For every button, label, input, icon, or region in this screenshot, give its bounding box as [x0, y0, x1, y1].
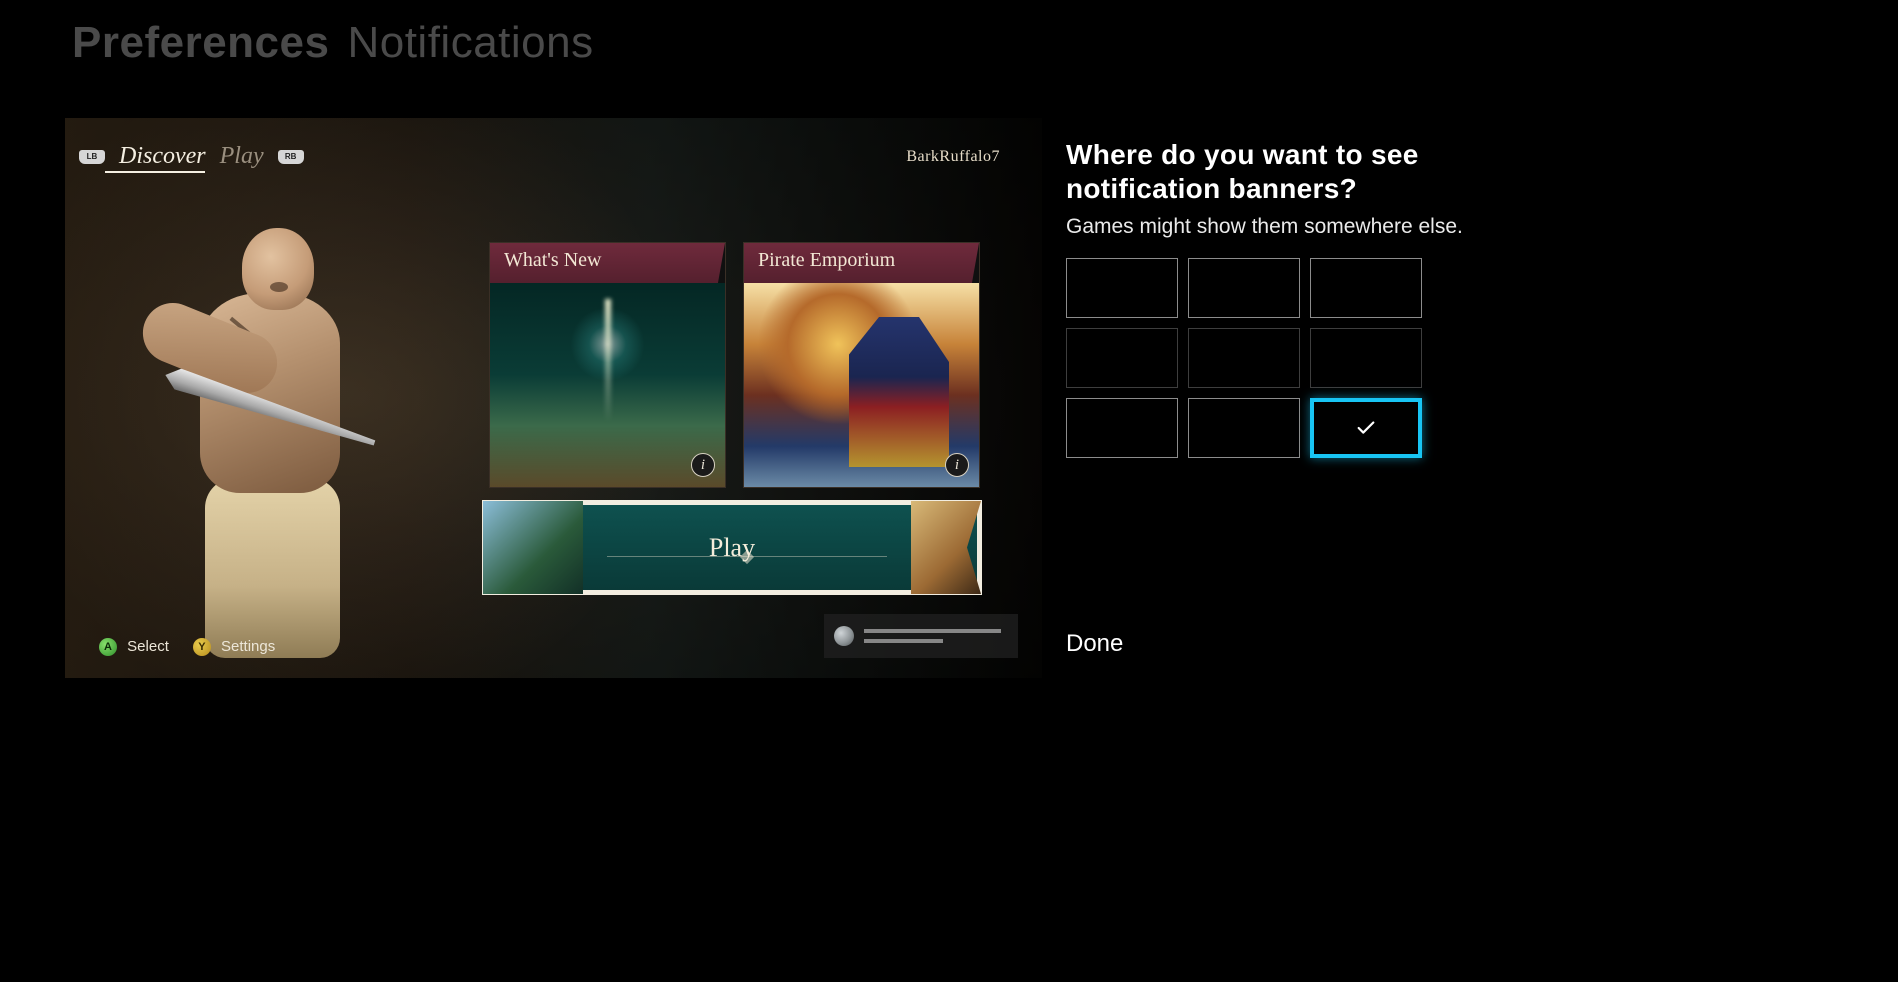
- position-grid: [1066, 258, 1486, 458]
- hint-settings: Y Settings: [193, 638, 275, 656]
- play-label: Play: [709, 533, 755, 563]
- tile-image: [490, 283, 725, 487]
- position-middle-center[interactable]: [1188, 328, 1300, 388]
- breadcrumb: Preferences Notifications: [72, 18, 594, 68]
- panel-heading: Where do you want to see notification ba…: [1066, 138, 1486, 205]
- button-hints: A Select Y Settings: [99, 638, 275, 656]
- xbox-icon: [834, 626, 854, 646]
- checkmark-icon: [1355, 417, 1377, 439]
- position-bottom-left[interactable]: [1066, 398, 1178, 458]
- panel-subtext: Games might show them somewhere else.: [1066, 213, 1486, 240]
- tile-pirate-emporium[interactable]: Pirate Emporium i: [743, 242, 980, 488]
- tile-image: [744, 283, 979, 487]
- pirate-character: [80, 178, 480, 678]
- hint-select: A Select: [99, 638, 169, 656]
- position-bottom-right[interactable]: [1310, 398, 1422, 458]
- position-top-center[interactable]: [1188, 258, 1300, 318]
- a-button-icon: A: [99, 638, 117, 656]
- position-top-left[interactable]: [1066, 258, 1178, 318]
- notification-position-panel: Where do you want to see notification ba…: [1066, 138, 1486, 658]
- play-button[interactable]: Play: [487, 505, 977, 590]
- rb-bumper-icon: RB: [278, 150, 304, 164]
- tile-title: What's New: [490, 243, 725, 283]
- tab-underline: [105, 171, 205, 173]
- position-middle-left[interactable]: [1066, 328, 1178, 388]
- info-icon[interactable]: i: [691, 453, 715, 477]
- gamertag: BarkRuffalo7: [906, 148, 1000, 166]
- hint-select-label: Select: [127, 638, 169, 655]
- lb-bumper-icon: LB: [79, 150, 105, 164]
- breadcrumb-main: Preferences: [72, 18, 329, 68]
- done-button[interactable]: Done: [1066, 630, 1486, 658]
- hint-settings-label: Settings: [221, 638, 275, 655]
- position-middle-right[interactable]: [1310, 328, 1422, 388]
- preview-tabs: LB Discover Play RB: [79, 143, 304, 170]
- notification-toast-preview: [824, 614, 1018, 658]
- tab-play[interactable]: Play: [220, 143, 264, 170]
- info-icon[interactable]: i: [945, 453, 969, 477]
- breadcrumb-sub: Notifications: [347, 18, 593, 68]
- game-preview: LB Discover Play RB BarkRuffalo7 What's …: [65, 118, 1042, 678]
- tile-title: Pirate Emporium: [744, 243, 979, 283]
- tile-whats-new[interactable]: What's New i: [489, 242, 726, 488]
- position-bottom-center[interactable]: [1188, 398, 1300, 458]
- y-button-icon: Y: [193, 638, 211, 656]
- tab-discover[interactable]: Discover: [119, 143, 206, 170]
- position-top-right[interactable]: [1310, 258, 1422, 318]
